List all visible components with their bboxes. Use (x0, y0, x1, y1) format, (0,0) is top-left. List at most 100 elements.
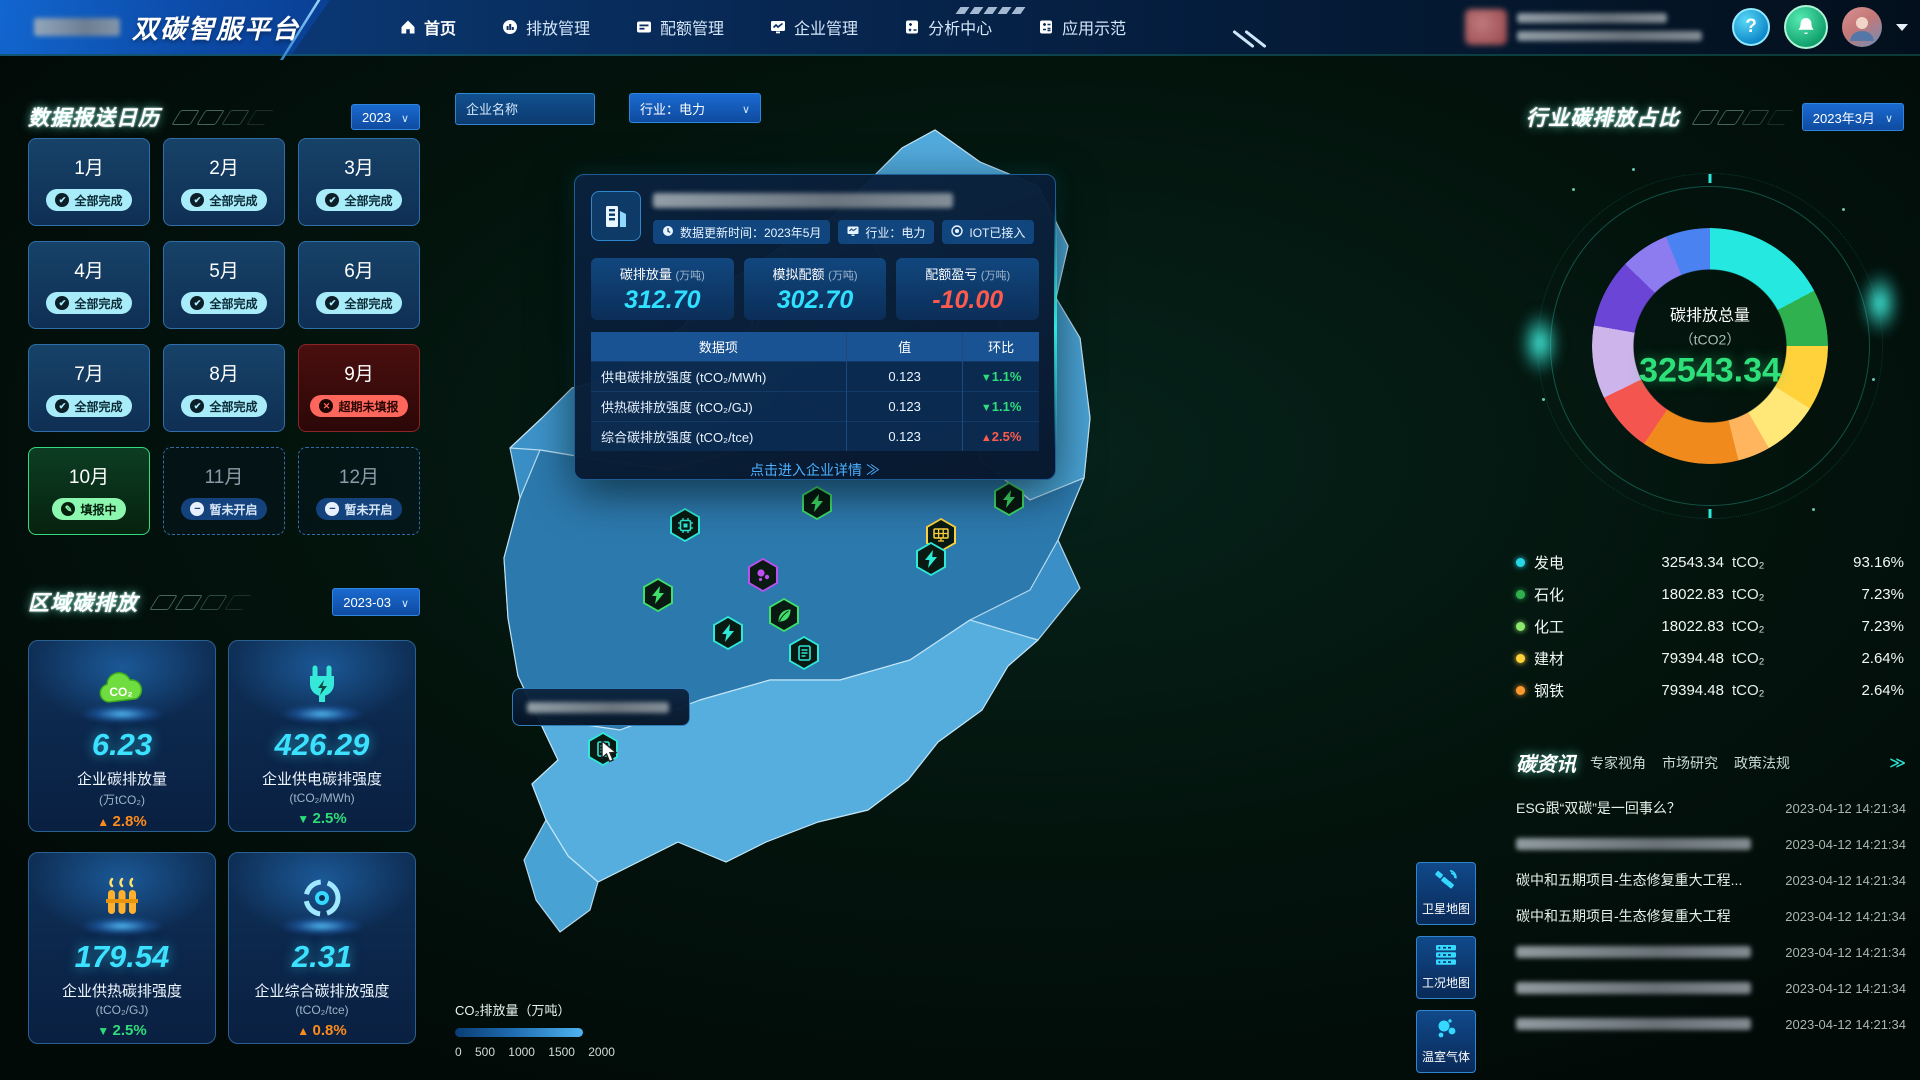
news-item-4[interactable]: 碳中和五期项目-生态修复重大工程2023-04-12 14:21:34 (1516, 898, 1906, 934)
title-decor (1696, 110, 1789, 125)
news-more-link[interactable]: ≫ (1889, 753, 1906, 773)
region-card-4: 2.31企业综合碳排放强度(tCO₂/tce)0.8% (228, 852, 416, 1044)
region-period-select[interactable]: 2023-03 (332, 588, 420, 616)
news-item-7[interactable]: 2023-04-12 14:21:34 (1516, 1006, 1906, 1042)
chevron-down-icon[interactable] (1896, 24, 1908, 31)
nav-item-3[interactable]: 配额管理 (636, 15, 724, 39)
nav-item-1[interactable]: 首页 (400, 15, 456, 39)
news-header: 碳资讯 专家视角市场研究政策法规 ≫ (1516, 748, 1906, 777)
map-tool-2[interactable]: 工况地图 (1416, 936, 1476, 999)
map-tool-3[interactable]: 温室气体 (1416, 1010, 1476, 1073)
title-decor (154, 595, 247, 610)
region-card-3: 179.54企业供热碳排强度(tCO₂/GJ)2.5% (28, 852, 216, 1044)
enterprise-icon (770, 19, 786, 35)
calendar-month-3[interactable]: 3月全部完成 (298, 138, 420, 226)
news-item-3[interactable]: 碳中和五期项目-生态修复重大工程...2023-04-12 14:21:34 (1516, 862, 1906, 898)
news-item-6[interactable]: 2023-04-12 14:21:34 (1516, 970, 1906, 1006)
help-button[interactable]: ? (1732, 8, 1770, 46)
legend-dot (1516, 558, 1525, 567)
calendar-month-2[interactable]: 2月全部完成 (163, 138, 285, 226)
popup-stat-1: 碳排放量 (万吨)312.70 (591, 258, 734, 320)
company-tag: IOT已接入 (942, 220, 1034, 244)
notifications-button[interactable] (1784, 5, 1828, 49)
news-tab-3[interactable]: 政策法规 (1734, 753, 1790, 773)
calendar-header: 数据报送日历 2023 (28, 102, 420, 132)
news-item-1[interactable]: ESG跟“双碳”是一回事么？2023-04-12 14:21:34 (1516, 790, 1906, 826)
calendar-month-4[interactable]: 4月全部完成 (28, 241, 150, 329)
donut-center: 碳排放总量 （tCO2） 32543.34 (1610, 302, 1810, 391)
clock-icon (662, 225, 674, 240)
legend-row-1: 发电32543.34tCO₂93.16% (1516, 546, 1904, 578)
status-badge: 全部完成 (181, 292, 266, 314)
dashboard: 双碳智服平台 首页 排放管理 配额管理 企业管理 分析中心 应用示范 ? (0, 0, 1920, 1080)
calendar-month-10[interactable]: 10月填报中 (28, 447, 150, 535)
report-calendar-grid: 1月全部完成2月全部完成3月全部完成 4月全部完成5月全部完成6月全部完成 7月全部… (28, 138, 420, 535)
calendar-month-6[interactable]: 6月全部完成 (298, 241, 420, 329)
screen-icon (847, 225, 859, 240)
status-badge: 全部完成 (46, 292, 131, 314)
news-item-2[interactable]: 2023-04-12 14:21:34 (1516, 826, 1906, 862)
calendar-year-select[interactable]: 2023 (351, 104, 420, 130)
calendar-month-11[interactable]: 11月暂未开启 (163, 447, 285, 535)
company-search-input[interactable] (455, 93, 595, 125)
chevron-down-icon (742, 101, 750, 116)
industry-filter-select[interactable]: 行业：电力 (629, 93, 761, 123)
company-stats: 碳排放量 (万吨)312.70模拟配额 (万吨)302.70配额盈亏 (万吨)-… (591, 258, 1039, 320)
nav-item-4[interactable]: 企业管理 (770, 15, 858, 39)
company-detail-link[interactable]: 点击进入企业详情 ≫ (591, 460, 1039, 480)
map-colorbar: CO₂排放量（万吨） 0500100015002000 (455, 1000, 615, 1059)
power-plug-icon (302, 664, 342, 713)
analysis-icon (904, 19, 920, 35)
satellite-icon (1434, 870, 1458, 897)
quota-icon (636, 19, 652, 35)
map-layer-tools: 卫星地图工况地图温室气体 (1416, 862, 1476, 1073)
industry-title: 行业碳排放占比 (1526, 102, 1680, 132)
company-detail-popup: 数据更新时间：2023年5月行业：电力IOT已接入 碳排放量 (万吨)312.7… (574, 174, 1056, 480)
nav-item-6[interactable]: 应用示范 (1038, 15, 1126, 39)
table-header: 值 (846, 332, 962, 362)
status-icon (190, 399, 204, 413)
popup-stat-3: 配额盈亏 (万吨)-10.00 (896, 258, 1039, 320)
industry-period-select[interactable]: 2023年3月 (1802, 103, 1904, 131)
chevron-down-icon (401, 595, 409, 610)
status-badge: 超期未填报 (310, 395, 407, 417)
title-decor (176, 110, 269, 125)
status-icon (55, 399, 69, 413)
status-icon (190, 296, 204, 310)
redacted-news-title (1516, 838, 1751, 850)
news-tabs: 专家视角市场研究政策法规 (1590, 753, 1790, 773)
news-tab-1[interactable]: 专家视角 (1590, 753, 1646, 773)
status-badge: 全部完成 (316, 189, 401, 211)
calendar-month-1[interactable]: 1月全部完成 (28, 138, 150, 226)
delta-up: 0.8% (229, 1022, 415, 1039)
company-tags: 数据更新时间：2023年5月行业：电力IOT已接入 (653, 220, 1039, 244)
nav-item-2[interactable]: 排放管理 (502, 15, 590, 39)
status-badge: 全部完成 (181, 189, 266, 211)
popup-stat-2: 模拟配额 (万吨)302.70 (744, 258, 887, 320)
navbar: 双碳智服平台 首页 排放管理 配额管理 企业管理 分析中心 应用示范 ? (0, 0, 1920, 56)
building-icon (591, 191, 641, 241)
gauge-icon (300, 876, 344, 925)
calendar-month-9[interactable]: 9月超期未填报 (298, 344, 420, 432)
layers-icon (1434, 944, 1458, 971)
legend-row-3: 化工18022.83tCO₂7.23% (1516, 610, 1904, 642)
region-header: 区域碳排放 2023-03 (28, 587, 420, 617)
news-list: ESG跟“双碳”是一回事么？2023-04-12 14:21:342023-04… (1516, 790, 1906, 1042)
status-badge: 全部完成 (316, 292, 401, 314)
colorbar-ticks: 0500100015002000 (455, 1045, 615, 1059)
table-row: 供热碳排放强度 (tCO₂/GJ)0.1231.1% (591, 392, 1039, 422)
app-title: 双碳智服平台 (132, 9, 300, 46)
calendar-month-5[interactable]: 5月全部完成 (163, 241, 285, 329)
map-tool-1[interactable]: 卫星地图 (1416, 862, 1476, 925)
calendar-month-7[interactable]: 7月全部完成 (28, 344, 150, 432)
nav-item-5[interactable]: 分析中心 (904, 15, 992, 39)
calendar-month-12[interactable]: 12月暂未开启 (298, 447, 420, 535)
table-row: 供电碳排放强度 (tCO₂/MWh)0.1231.1% (591, 362, 1039, 392)
calendar-month-8[interactable]: 8月全部完成 (163, 344, 285, 432)
news-tab-2[interactable]: 市场研究 (1662, 753, 1718, 773)
region-card-1: CO₂6.23企业碳排放量(万tCO₂)2.8% (28, 640, 216, 832)
status-icon (55, 296, 69, 310)
delta-down: 2.5% (29, 1022, 215, 1039)
news-item-5[interactable]: 2023-04-12 14:21:34 (1516, 934, 1906, 970)
avatar[interactable] (1842, 7, 1882, 47)
